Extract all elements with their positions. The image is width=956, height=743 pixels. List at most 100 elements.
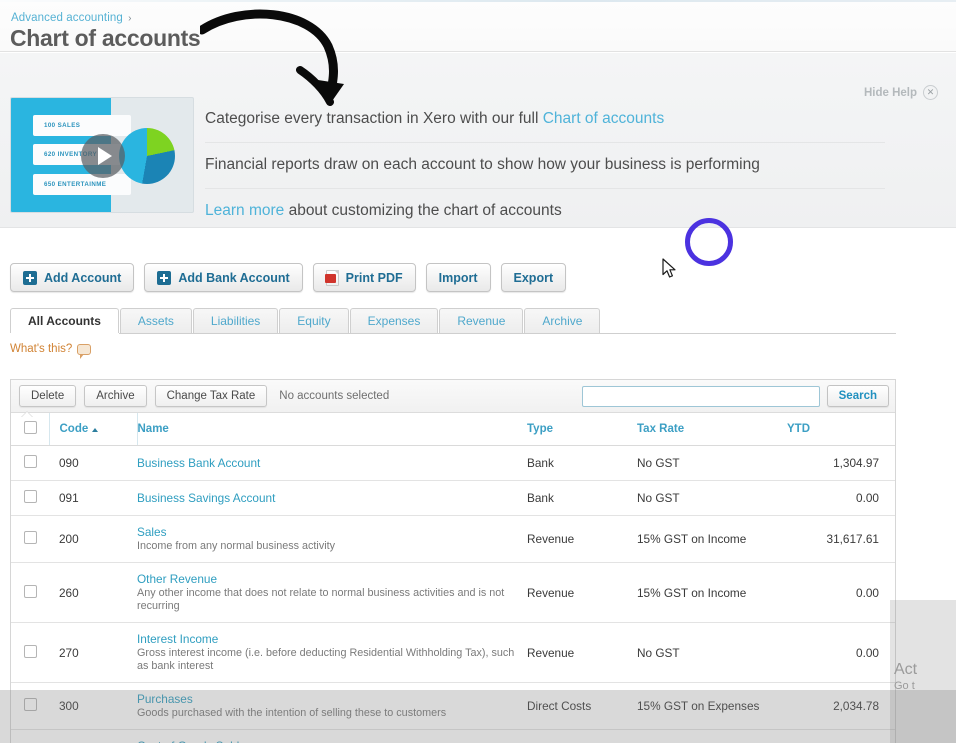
bulk-action-bar: Delete Archive Change Tax Rate No accoun…: [11, 380, 895, 418]
add-bank-account-label: Add Bank Account: [178, 270, 290, 285]
row-select-cell: [11, 445, 49, 481]
close-icon[interactable]: ✕: [923, 85, 938, 100]
account-name-link[interactable]: Business Savings Account: [137, 491, 527, 505]
row-code: 090: [49, 445, 137, 481]
import-label: Import: [438, 270, 478, 285]
breadcrumb-link-advanced-accounting[interactable]: Advanced accounting: [11, 12, 123, 24]
search-input[interactable]: [581, 385, 820, 407]
row-checkbox[interactable]: [24, 644, 37, 658]
import-button[interactable]: Import: [425, 263, 491, 292]
row-name-cell: Other Revenue Any other income that does…: [137, 562, 527, 623]
table-row[interactable]: 200 Sales Income from any normal busines…: [11, 515, 895, 563]
column-header-tax-rate-label: Tax Rate: [637, 423, 685, 435]
change-tax-rate-button[interactable]: Change Tax Rate: [154, 385, 268, 407]
table-row[interactable]: 091 Business Savings Account Bank No GST…: [11, 480, 895, 516]
row-code: 310: [49, 729, 137, 743]
account-category-tabs: All Accounts Assets Liabilities Equity E…: [10, 308, 896, 334]
action-bar-caret: [21, 412, 33, 418]
whats-this-label: What's this?: [10, 343, 73, 355]
tab-revenue[interactable]: Revenue: [439, 308, 524, 333]
column-header-type-label: Type: [527, 423, 553, 435]
tab-all-accounts[interactable]: All Accounts: [10, 308, 119, 334]
video-label-bar-3: 650 ENTERTAINME: [33, 174, 131, 195]
row-name-cell: Purchases Goods purchased with the inten…: [137, 682, 527, 730]
row-ytd[interactable]: 0.00: [787, 480, 895, 516]
export-label: Export: [513, 270, 554, 285]
export-button[interactable]: Export: [500, 263, 567, 292]
row-ytd[interactable]: 31,617.61: [787, 515, 895, 563]
whats-this-link[interactable]: What's this?: [10, 343, 92, 359]
delete-button[interactable]: Delete: [19, 385, 77, 407]
row-checkbox[interactable]: [24, 584, 37, 598]
archive-button[interactable]: Archive: [84, 385, 147, 407]
search-button[interactable]: Search: [826, 385, 889, 407]
print-pdf-button[interactable]: Print PDF: [312, 263, 416, 292]
table-row[interactable]: 270 Interest Income Gross interest incom…: [11, 622, 895, 683]
column-header-code[interactable]: Code: [48, 413, 138, 446]
row-ytd[interactable]: 0.00: [787, 622, 895, 683]
learn-more-link[interactable]: Learn more: [205, 202, 284, 219]
tab-equity[interactable]: Equity: [279, 308, 349, 333]
row-select-cell: [11, 480, 49, 516]
add-account-button[interactable]: Add Account: [10, 263, 135, 292]
column-header-tax-rate[interactable]: Tax Rate: [637, 413, 787, 446]
help-line-3-text: about customizing the chart of accounts: [284, 202, 562, 219]
tab-archive[interactable]: Archive: [524, 308, 601, 333]
selection-status: No accounts selected: [279, 390, 390, 402]
select-all-checkbox[interactable]: [24, 421, 37, 434]
chart-of-accounts-page: Advanced accounting › Chart of accounts …: [0, 0, 956, 743]
account-name-link[interactable]: Cost of Goods Sold: [137, 739, 527, 743]
search-button-label: Search: [838, 390, 877, 402]
account-description: Income from any normal business activity: [137, 540, 336, 552]
row-ytd[interactable]: 2,034.78: [787, 682, 895, 730]
breadcrumb: Advanced accounting ›: [11, 12, 132, 24]
row-code: 300: [49, 682, 137, 730]
tab-assets[interactable]: Assets: [119, 308, 192, 333]
account-description: Gross interest income (i.e. before deduc…: [137, 647, 515, 672]
row-tax-rate: No GST: [637, 480, 787, 516]
row-tax-rate: 15% GST on Income: [637, 515, 787, 563]
tab-expenses[interactable]: Expenses: [349, 308, 439, 333]
account-name-link[interactable]: Interest Income: [137, 632, 527, 646]
plus-icon: [157, 270, 172, 285]
row-ytd[interactable]: 0.00: [787, 729, 895, 743]
watermark-line-1: Act: [894, 661, 918, 678]
row-type: Bank: [527, 480, 637, 516]
chart-of-accounts-link[interactable]: Chart of accounts: [543, 110, 664, 127]
row-checkbox[interactable]: [24, 490, 37, 503]
play-icon[interactable]: [81, 134, 125, 178]
account-name-link[interactable]: Sales: [137, 525, 527, 539]
page-header: Advanced accounting › Chart of accounts: [0, 2, 956, 52]
row-ytd[interactable]: 1,304.97: [787, 445, 895, 481]
table-row[interactable]: 090 Business Bank Account Bank No GST 1,…: [11, 445, 895, 481]
row-name-cell: Business Savings Account: [137, 480, 527, 516]
table-row[interactable]: 260 Other Revenue Any other income that …: [11, 562, 895, 623]
row-name-cell: Sales Income from any normal business ac…: [137, 515, 527, 563]
row-ytd[interactable]: 0.00: [787, 562, 895, 623]
row-checkbox[interactable]: [24, 455, 37, 468]
help-video-thumbnail[interactable]: 100 SALES 620 INVENTORY 650 ENTERTAINME: [10, 97, 194, 213]
pie-chart-graphic: [119, 128, 175, 184]
add-bank-account-button[interactable]: Add Bank Account: [144, 263, 303, 292]
table-row[interactable]: 310 Cost of Goods Sold Cost of goods sol…: [11, 729, 895, 743]
plus-icon: [23, 270, 37, 285]
column-header-type[interactable]: Type: [527, 413, 637, 446]
column-header-ytd[interactable]: YTD: [787, 413, 895, 446]
row-name-cell: Interest Income Gross interest income (i…: [137, 622, 527, 683]
row-select-cell: [11, 562, 49, 623]
row-checkbox[interactable]: [24, 698, 37, 711]
column-header-ytd-label: YTD: [787, 423, 810, 435]
tab-archive-label: Archive: [542, 314, 583, 328]
column-header-code-label: Code: [59, 423, 89, 435]
account-name-link[interactable]: Business Bank Account: [137, 456, 527, 470]
column-header-name[interactable]: Name: [137, 413, 527, 446]
account-name-link[interactable]: Purchases: [137, 692, 527, 706]
account-name-link[interactable]: Other Revenue: [137, 572, 527, 586]
row-checkbox[interactable]: [24, 531, 37, 544]
row-code: 091: [49, 480, 137, 516]
row-name-cell: Business Bank Account: [137, 445, 527, 481]
table-row[interactable]: 300 Purchases Goods purchased with the i…: [11, 682, 895, 730]
tab-liabilities[interactable]: Liabilities: [192, 308, 279, 333]
accounts-table-head: Code Name Type Tax Rate YTD: [11, 413, 895, 446]
delete-label: Delete: [31, 390, 65, 402]
